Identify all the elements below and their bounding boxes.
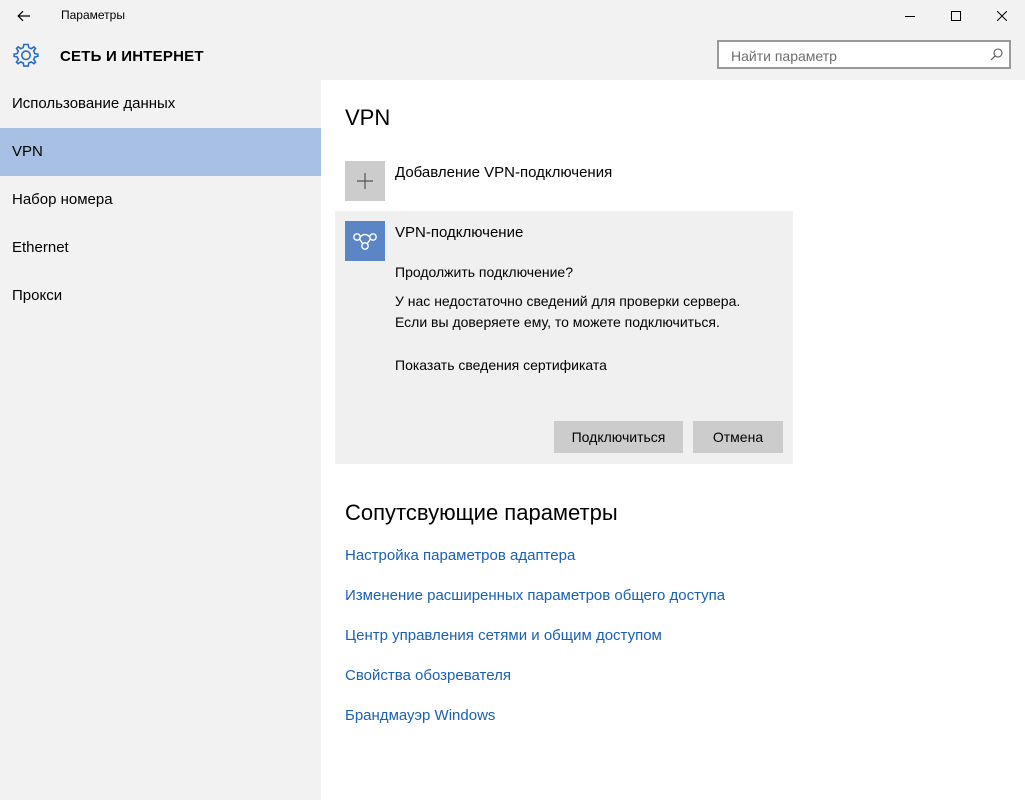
sidebar-item-vpn[interactable]: VPN bbox=[0, 128, 321, 176]
search-input[interactable] bbox=[729, 47, 983, 65]
section-title: СЕТЬ И ИНТЕРНЕТ bbox=[60, 48, 204, 65]
maximize-icon bbox=[951, 11, 961, 21]
sidebar-item-data-usage[interactable]: Использование данных bbox=[0, 80, 321, 128]
add-vpn-connection[interactable]: Добавление VPN-подключения bbox=[345, 161, 765, 201]
maximize-button[interactable] bbox=[933, 0, 979, 32]
title-bar: Параметры bbox=[0, 0, 1025, 32]
link-internet-options[interactable]: Свойства обозревателя bbox=[345, 667, 511, 684]
show-certificate-link[interactable]: Показать сведения сертификата bbox=[395, 357, 607, 373]
close-button[interactable] bbox=[979, 0, 1025, 32]
window-title: Параметры bbox=[61, 8, 125, 22]
connect-button[interactable]: Подключиться bbox=[554, 421, 683, 453]
minimize-button[interactable] bbox=[887, 0, 933, 32]
link-adapter-settings[interactable]: Настройка параметров адаптера bbox=[345, 547, 575, 564]
arrow-left-icon bbox=[17, 10, 30, 22]
vpn-connection-card: VPN-подключение Продолжить подключение? … bbox=[335, 211, 793, 464]
related-settings-title: Сопутсвующие параметры bbox=[345, 500, 618, 525]
sidebar-item-dial-up[interactable]: Набор номера bbox=[0, 176, 321, 224]
sidebar-item-proxy[interactable]: Прокси bbox=[0, 272, 321, 320]
link-windows-firewall[interactable]: Брандмауэр Windows bbox=[345, 707, 495, 724]
close-icon bbox=[997, 11, 1007, 21]
link-network-center[interactable]: Центр управления сетями и общим доступом bbox=[345, 627, 662, 644]
vpn-connection-name: VPN-подключение bbox=[395, 224, 524, 241]
header-bar: СЕТЬ И ИНТЕРНЕТ bbox=[0, 32, 1025, 80]
add-tile[interactable] bbox=[345, 161, 385, 201]
search-box[interactable] bbox=[717, 40, 1011, 69]
vpn-icon bbox=[353, 233, 377, 250]
cancel-button[interactable]: Отмена bbox=[693, 421, 783, 453]
add-vpn-label[interactable]: Добавление VPN-подключения bbox=[395, 164, 612, 181]
gear-icon bbox=[13, 43, 39, 67]
search-icon[interactable] bbox=[990, 48, 1003, 61]
sidebar-item-ethernet[interactable]: Ethernet bbox=[0, 224, 321, 272]
link-advanced-sharing[interactable]: Изменение расширенных параметров общего … bbox=[345, 587, 725, 604]
back-button[interactable] bbox=[0, 0, 48, 32]
plus-icon bbox=[357, 173, 373, 189]
page-title: VPN bbox=[345, 105, 391, 130]
vpn-tile bbox=[345, 221, 385, 261]
minimize-icon bbox=[905, 16, 915, 17]
vpn-question: Продолжить подключение? bbox=[395, 264, 574, 280]
sidebar: Использование данных VPN Набор номера Et… bbox=[0, 80, 321, 800]
vpn-message-line2: Если вы доверяете ему, то можете подключ… bbox=[395, 314, 720, 330]
vpn-message-line1: У нас недостаточно сведений для проверки… bbox=[395, 293, 741, 309]
